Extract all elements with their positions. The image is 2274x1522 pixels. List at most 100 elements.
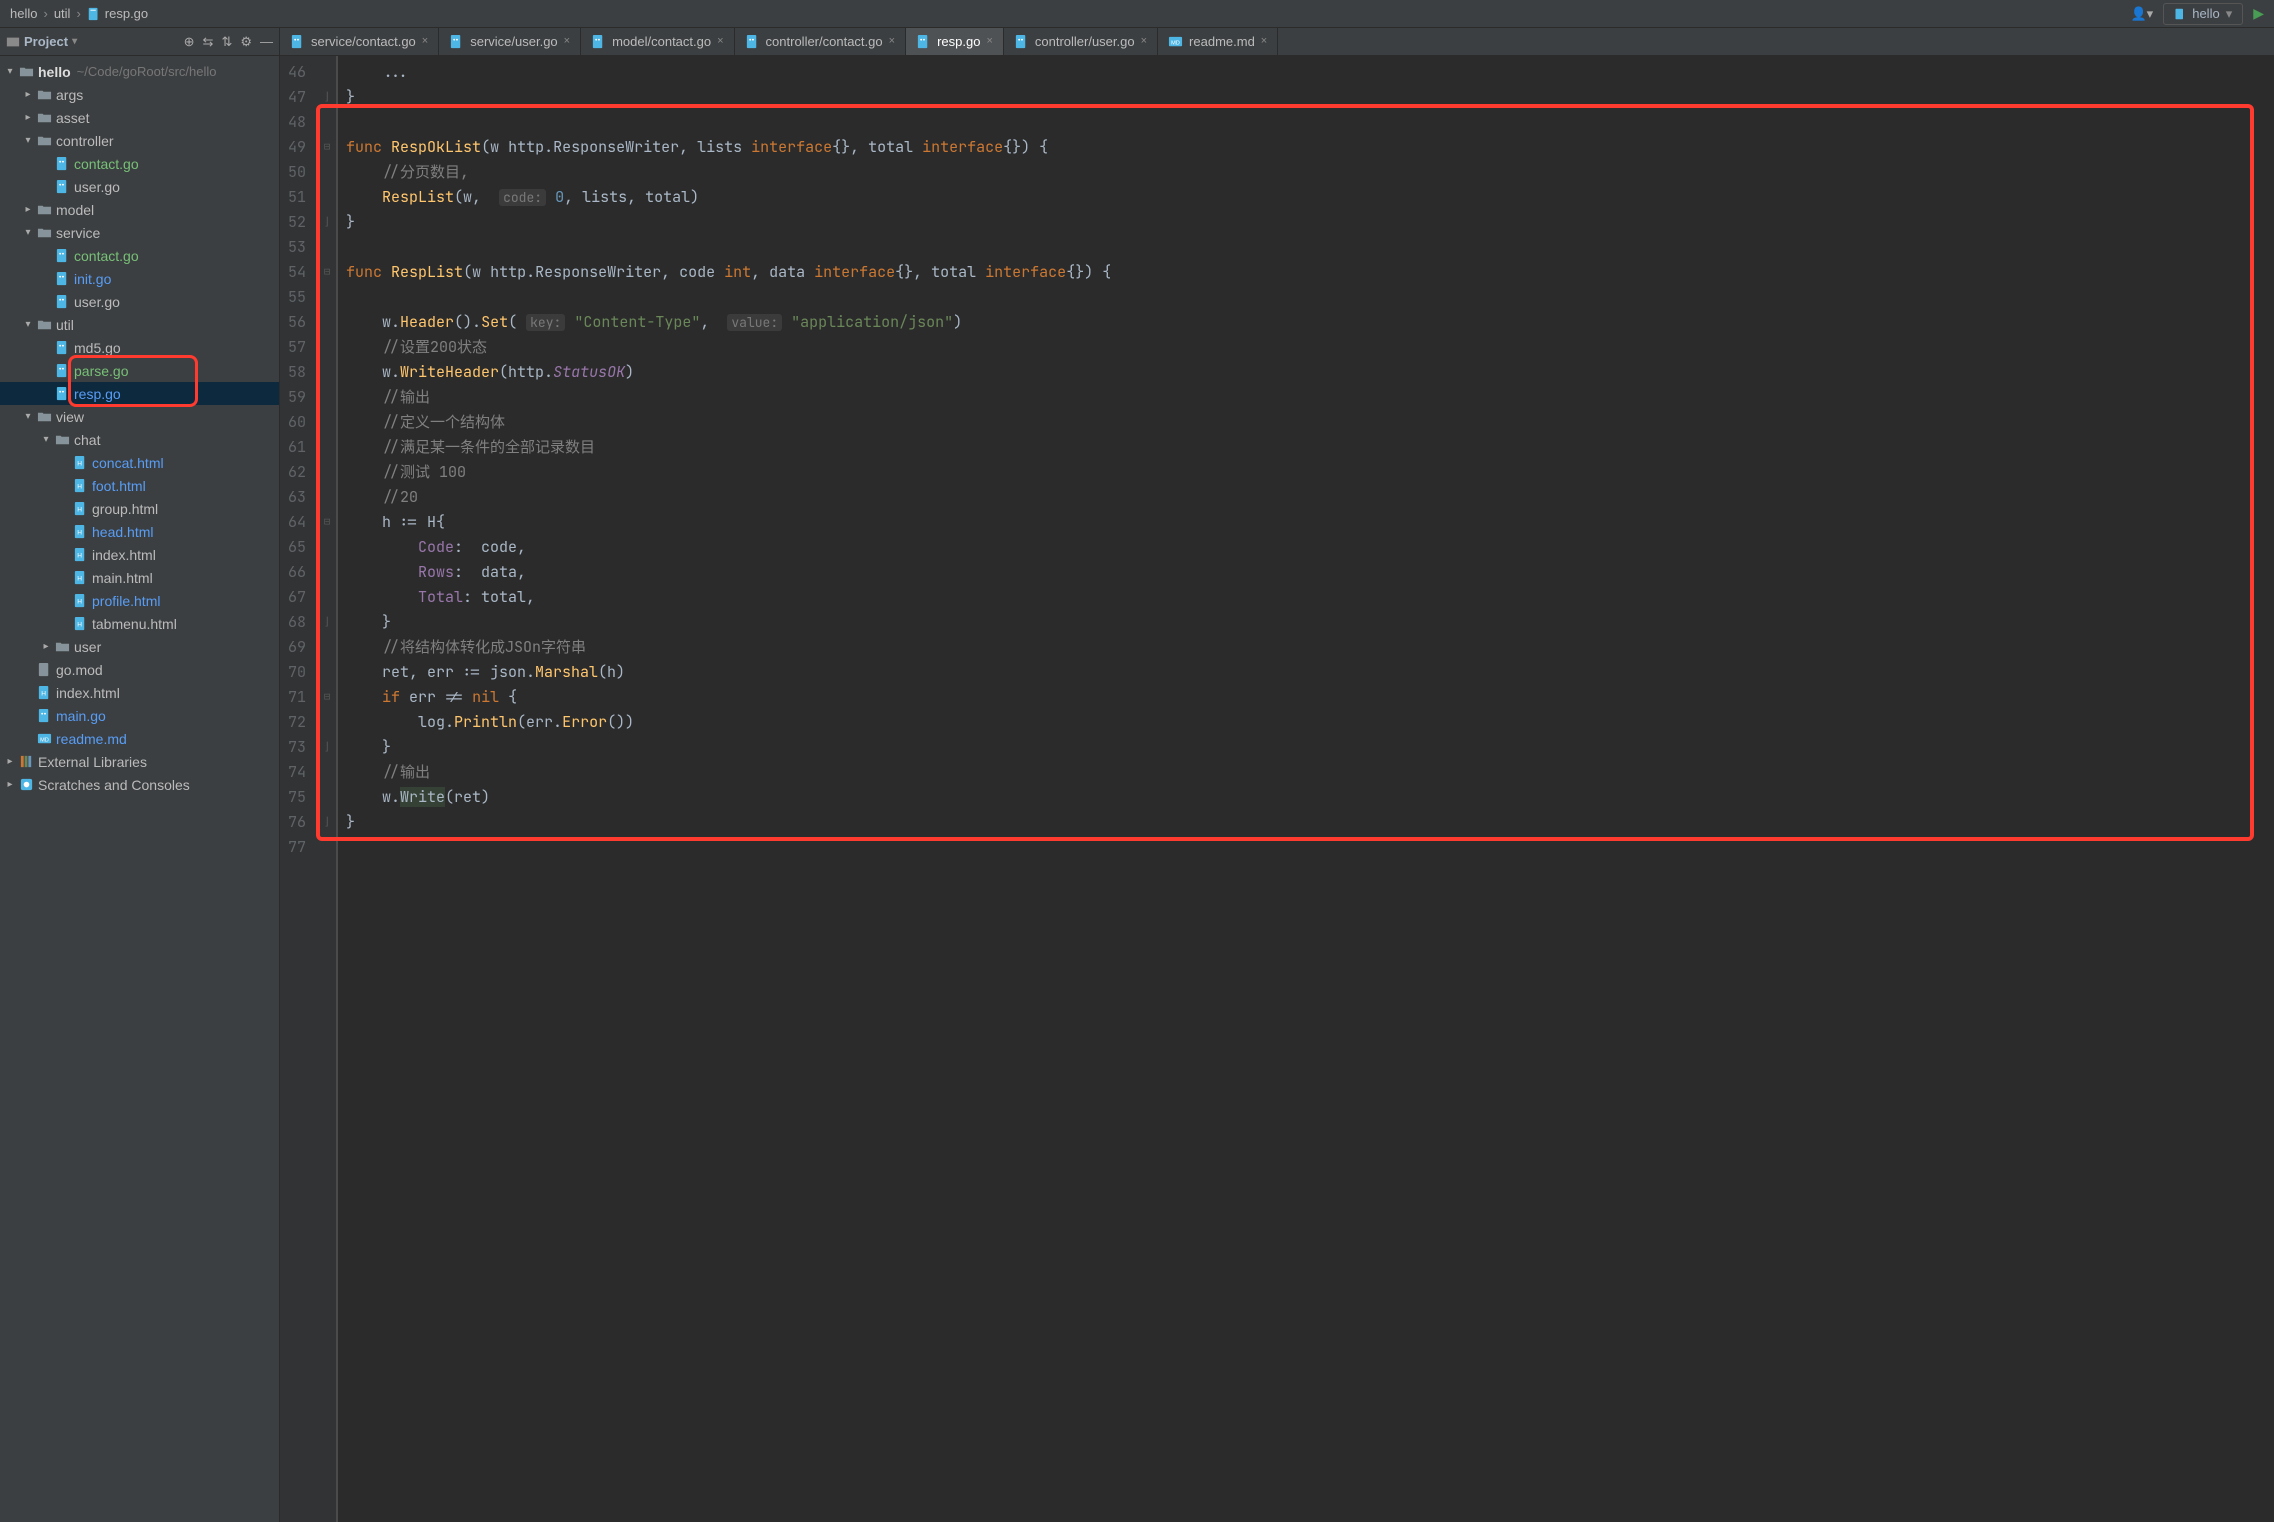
project-tree[interactable]: ▾hello~/Code/goRoot/src/hello▸args▸asset… xyxy=(0,56,279,1522)
code-line[interactable]: func RespOkList(w http.ResponseWriter, l… xyxy=(346,135,1111,160)
code-line[interactable]: } xyxy=(346,210,1111,235)
tree-row[interactable]: ▸user xyxy=(0,635,279,658)
tree-row[interactable]: ▸args xyxy=(0,83,279,106)
chevron-right-icon[interactable]: ▸ xyxy=(22,84,34,106)
tree-row[interactable]: ▾util xyxy=(0,313,279,336)
tree-row[interactable]: contact.go xyxy=(0,244,279,267)
tree-row[interactable]: ▾controller xyxy=(0,129,279,152)
code-line[interactable] xyxy=(346,835,1111,860)
fold-marker[interactable] xyxy=(318,535,336,560)
code-line[interactable]: if err != nil { xyxy=(346,685,1111,710)
tree-row[interactable]: ▸External Libraries xyxy=(0,750,279,773)
editor-tab[interactable]: service/contact.go× xyxy=(280,28,439,55)
tree-row[interactable]: go.mod xyxy=(0,658,279,681)
fold-marker[interactable] xyxy=(318,285,336,310)
fold-marker[interactable]: ⊟ xyxy=(318,260,336,285)
tree-row[interactable]: Hindex.html xyxy=(0,543,279,566)
tree-row[interactable]: ▾service xyxy=(0,221,279,244)
fold-marker[interactable]: ⌋ xyxy=(318,85,336,110)
collapse-icon[interactable]: ⇆ xyxy=(203,34,214,50)
fold-marker[interactable] xyxy=(318,585,336,610)
fold-marker[interactable]: ⌋ xyxy=(318,610,336,635)
fold-marker[interactable] xyxy=(318,710,336,735)
fold-marker[interactable] xyxy=(318,485,336,510)
code-line[interactable]: //分页数目, xyxy=(346,160,1111,185)
chevron-right-icon[interactable]: ▸ xyxy=(40,636,52,658)
code-line[interactable]: w.Write(ret) xyxy=(346,785,1111,810)
fold-marker[interactable]: ⌋ xyxy=(318,210,336,235)
chevron-right-icon[interactable]: ▸ xyxy=(4,774,16,796)
fold-marker[interactable] xyxy=(318,635,336,660)
fold-marker[interactable]: ⌋ xyxy=(318,810,336,835)
tree-row[interactable]: Hmain.html xyxy=(0,566,279,589)
code-line[interactable]: func RespList(w http.ResponseWriter, cod… xyxy=(346,260,1111,285)
close-icon[interactable]: × xyxy=(889,35,895,47)
breadcrumb-file[interactable]: resp.go xyxy=(87,6,148,21)
editor-tab[interactable]: resp.go× xyxy=(906,28,1004,55)
avatar-icon[interactable]: 👤▾ xyxy=(2131,6,2154,22)
tree-row[interactable]: Hconcat.html xyxy=(0,451,279,474)
close-icon[interactable]: × xyxy=(422,35,428,47)
code-line[interactable] xyxy=(346,235,1111,260)
code-line[interactable]: } xyxy=(346,810,1111,835)
tree-row[interactable]: user.go xyxy=(0,175,279,198)
fold-gutter[interactable]: ⌋⊟⌋⊟⊟⌋⊟⌋⌋ xyxy=(318,56,336,1522)
code-line[interactable]: //测试 100 xyxy=(346,460,1111,485)
fold-marker[interactable] xyxy=(318,60,336,85)
code-line[interactable] xyxy=(346,110,1111,135)
fold-marker[interactable] xyxy=(318,310,336,335)
tree-row[interactable]: ▾chat xyxy=(0,428,279,451)
fold-marker[interactable]: ⊟ xyxy=(318,135,336,160)
run-config-selector[interactable]: hello ▾ xyxy=(2163,3,2243,25)
tree-row[interactable]: Hhead.html xyxy=(0,520,279,543)
breadcrumb-root[interactable]: hello xyxy=(10,6,37,21)
breadcrumb-folder[interactable]: util xyxy=(54,6,71,21)
code-content[interactable]: ...} func RespOkList(w http.ResponseWrit… xyxy=(336,56,1111,1522)
close-icon[interactable]: × xyxy=(1141,35,1147,47)
editor-tab[interactable]: controller/user.go× xyxy=(1004,28,1158,55)
close-icon[interactable]: × xyxy=(986,35,992,47)
tree-row[interactable]: Htabmenu.html xyxy=(0,612,279,635)
hide-icon[interactable]: — xyxy=(260,34,273,50)
adjust-icon[interactable]: ⇅ xyxy=(221,34,232,50)
tree-row[interactable]: ▾view xyxy=(0,405,279,428)
fold-marker[interactable] xyxy=(318,235,336,260)
chevron-right-icon[interactable]: ▸ xyxy=(22,199,34,221)
code-line[interactable]: w.WriteHeader(http.StatusOK) xyxy=(346,360,1111,385)
editor-tab[interactable]: MDreadme.md× xyxy=(1158,28,1278,55)
tree-row[interactable]: Hgroup.html xyxy=(0,497,279,520)
code-editor[interactable]: 4647484950515253545556575859606162636465… xyxy=(280,56,2274,1522)
gear-icon[interactable]: ⚙ xyxy=(240,34,252,50)
code-line[interactable]: log.Println(err.Error()) xyxy=(346,710,1111,735)
run-button[interactable]: ▶ xyxy=(2253,5,2264,22)
fold-marker[interactable] xyxy=(318,360,336,385)
code-line[interactable]: //将结构体转化成JSOn字符串 xyxy=(346,635,1111,660)
code-line[interactable]: //输出 xyxy=(346,385,1111,410)
fold-marker[interactable] xyxy=(318,385,336,410)
code-line[interactable] xyxy=(346,285,1111,310)
tree-row[interactable]: ▸Scratches and Consoles xyxy=(0,773,279,796)
fold-marker[interactable] xyxy=(318,835,336,860)
fold-marker[interactable] xyxy=(318,560,336,585)
code-line[interactable]: h := H{ xyxy=(346,510,1111,535)
target-icon[interactable]: ⊕ xyxy=(184,34,195,50)
fold-marker[interactable] xyxy=(318,460,336,485)
tree-row[interactable]: Hprofile.html xyxy=(0,589,279,612)
code-line[interactable]: Code: code, xyxy=(346,535,1111,560)
code-line[interactable]: //设置200状态 xyxy=(346,335,1111,360)
code-line[interactable]: //20 xyxy=(346,485,1111,510)
tree-row[interactable]: Hfoot.html xyxy=(0,474,279,497)
fold-marker[interactable] xyxy=(318,335,336,360)
tree-row[interactable]: main.go xyxy=(0,704,279,727)
code-line[interactable]: ... xyxy=(346,60,1111,85)
chevron-down-icon[interactable]: ▾ xyxy=(22,222,34,244)
project-title[interactable]: Project ▾ xyxy=(6,34,77,49)
code-line[interactable]: //定义一个结构体 xyxy=(346,410,1111,435)
tree-row[interactable]: ▸asset xyxy=(0,106,279,129)
code-line[interactable]: } xyxy=(346,610,1111,635)
code-line[interactable]: //满足某一条件的全部记录数目 xyxy=(346,435,1111,460)
tree-row[interactable]: contact.go xyxy=(0,152,279,175)
fold-marker[interactable] xyxy=(318,185,336,210)
close-icon[interactable]: × xyxy=(717,35,723,47)
chevron-down-icon[interactable]: ▾ xyxy=(22,314,34,336)
